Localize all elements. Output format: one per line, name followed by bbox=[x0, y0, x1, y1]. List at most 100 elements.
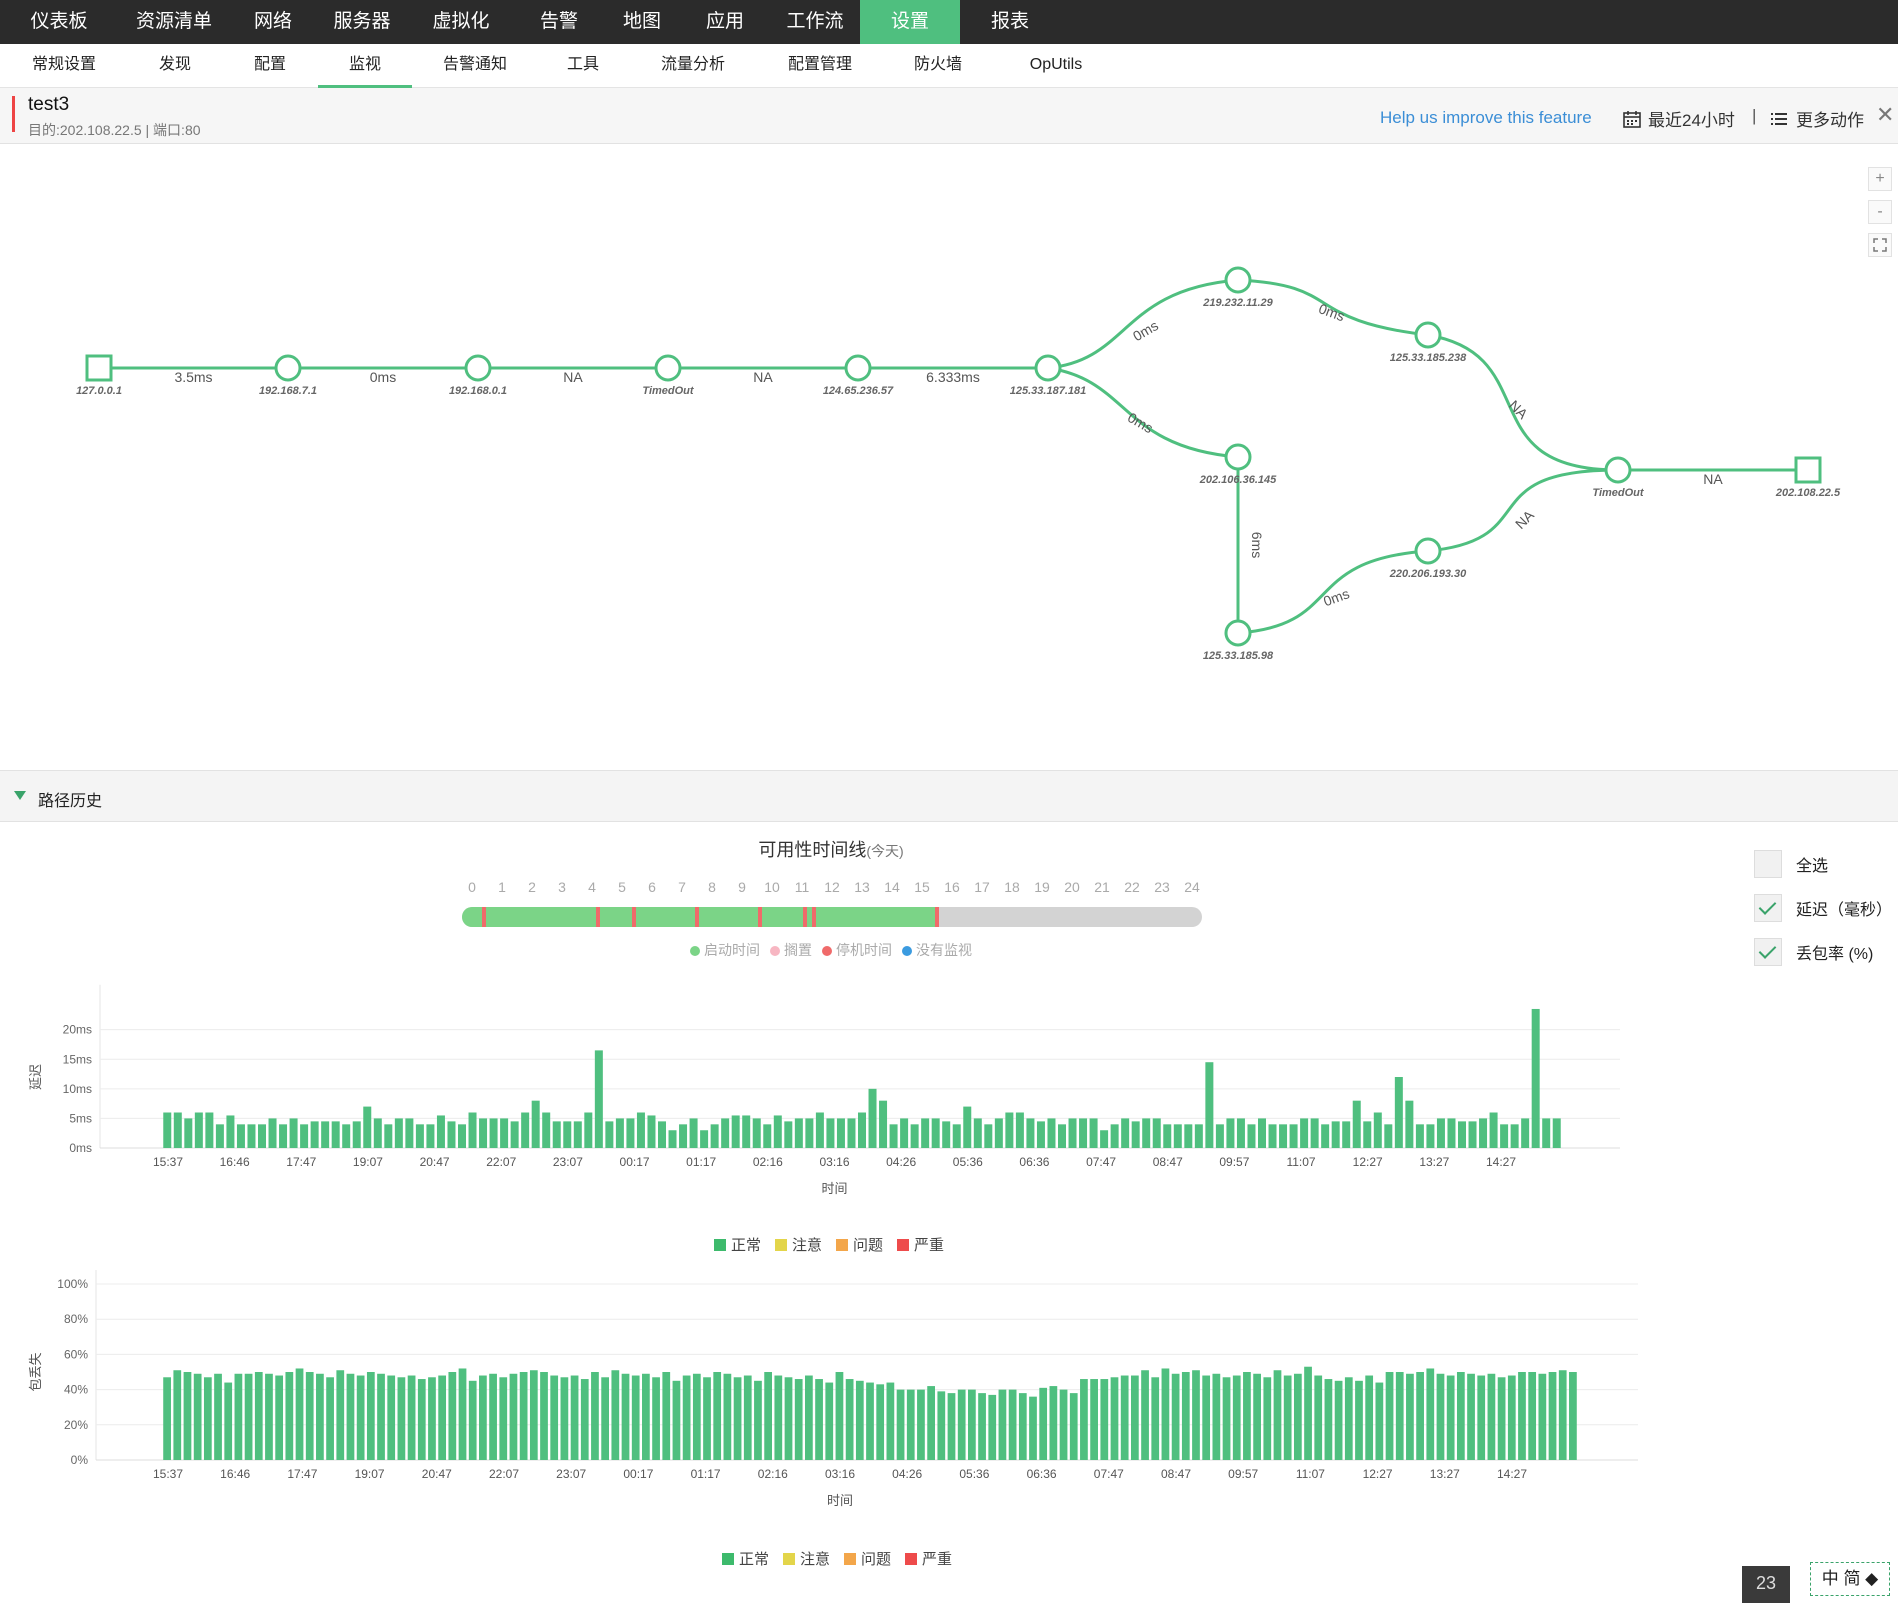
data-bar[interactable] bbox=[1363, 1121, 1372, 1148]
data-bar[interactable] bbox=[570, 1375, 579, 1460]
data-bar[interactable] bbox=[1355, 1380, 1363, 1460]
data-bar[interactable] bbox=[1518, 1372, 1526, 1460]
data-bar[interactable] bbox=[942, 1121, 951, 1148]
data-bar[interactable] bbox=[1342, 1121, 1351, 1148]
data-bar[interactable] bbox=[847, 1118, 856, 1148]
data-bar[interactable] bbox=[407, 1375, 416, 1460]
data-bar[interactable] bbox=[1268, 1124, 1277, 1148]
data-bar[interactable] bbox=[963, 1106, 972, 1148]
data-bar[interactable] bbox=[1226, 1118, 1235, 1148]
data-bar[interactable] bbox=[479, 1375, 487, 1460]
series-checkbox[interactable] bbox=[1754, 894, 1782, 922]
data-bar[interactable] bbox=[1258, 1118, 1266, 1148]
data-bar[interactable] bbox=[173, 1370, 182, 1460]
availability-legend-item[interactable]: 启动时间 bbox=[690, 940, 760, 960]
data-bar[interactable] bbox=[647, 1115, 656, 1148]
top-nav-item[interactable]: 报表 bbox=[960, 0, 1060, 44]
data-bar[interactable] bbox=[163, 1112, 172, 1149]
data-bar[interactable] bbox=[764, 1372, 773, 1460]
data-bar[interactable] bbox=[397, 1377, 406, 1460]
data-bar[interactable] bbox=[815, 1112, 824, 1149]
data-bar[interactable] bbox=[1321, 1124, 1330, 1148]
data-bar[interactable] bbox=[336, 1370, 345, 1460]
data-bar[interactable] bbox=[215, 1124, 224, 1148]
data-bar[interactable] bbox=[447, 1121, 456, 1148]
data-bar[interactable] bbox=[405, 1118, 414, 1148]
top-nav-item[interactable]: 工作流 bbox=[770, 0, 860, 44]
data-bar[interactable] bbox=[658, 1121, 666, 1148]
sub-nav-item[interactable]: 告警通知 bbox=[412, 44, 538, 88]
data-bar[interactable] bbox=[952, 1124, 961, 1148]
data-bar[interactable] bbox=[1192, 1370, 1200, 1460]
data-bar[interactable] bbox=[1558, 1370, 1567, 1460]
data-bar[interactable] bbox=[417, 1379, 426, 1460]
data-bar[interactable] bbox=[731, 1115, 740, 1148]
data-bar[interactable] bbox=[436, 1115, 445, 1148]
data-bar[interactable] bbox=[1029, 1396, 1037, 1460]
data-bar[interactable] bbox=[889, 1124, 898, 1148]
hop-node[interactable] bbox=[1034, 354, 1062, 382]
data-bar[interactable] bbox=[1538, 1373, 1547, 1460]
data-bar[interactable] bbox=[605, 1121, 614, 1148]
data-bar[interactable] bbox=[733, 1377, 742, 1460]
series-checkbox[interactable] bbox=[1754, 850, 1782, 878]
top-nav-item[interactable]: 资源清单 bbox=[118, 0, 230, 44]
data-bar[interactable] bbox=[500, 1118, 509, 1148]
data-bar[interactable] bbox=[1263, 1377, 1272, 1460]
data-bar[interactable] bbox=[1080, 1379, 1088, 1460]
data-bar[interactable] bbox=[1324, 1379, 1333, 1460]
data-bar[interactable] bbox=[489, 1118, 498, 1148]
data-bar[interactable] bbox=[1456, 1372, 1465, 1460]
status-legend-item[interactable]: 注意 bbox=[783, 1548, 830, 1569]
top-nav-item[interactable]: 仪表板 bbox=[0, 0, 118, 44]
data-bar[interactable] bbox=[560, 1377, 569, 1460]
data-bar[interactable] bbox=[621, 1373, 630, 1460]
data-bar[interactable] bbox=[1120, 1375, 1129, 1460]
data-bar[interactable] bbox=[1447, 1118, 1456, 1148]
sub-nav-item[interactable]: 监视 bbox=[318, 44, 412, 88]
data-bar[interactable] bbox=[295, 1368, 304, 1460]
sub-nav-item[interactable]: 常规设置 bbox=[0, 44, 128, 88]
data-bar[interactable] bbox=[321, 1121, 330, 1148]
data-bar[interactable] bbox=[1018, 1393, 1027, 1460]
hop-node[interactable] bbox=[1604, 456, 1632, 484]
data-bar[interactable] bbox=[1039, 1387, 1048, 1460]
data-bar[interactable] bbox=[519, 1372, 528, 1460]
data-bar[interactable] bbox=[713, 1372, 722, 1460]
data-bar[interactable] bbox=[489, 1373, 497, 1460]
data-bar[interactable] bbox=[184, 1118, 193, 1148]
data-bar[interactable] bbox=[214, 1373, 222, 1460]
data-bar[interactable] bbox=[752, 1118, 761, 1148]
data-bar[interactable] bbox=[1273, 1370, 1282, 1460]
data-bar[interactable] bbox=[937, 1391, 946, 1460]
more-actions-button[interactable]: 更多动作 bbox=[1770, 106, 1864, 131]
data-bar[interactable] bbox=[1059, 1389, 1068, 1460]
data-bar[interactable] bbox=[1232, 1375, 1241, 1460]
data-bar[interactable] bbox=[384, 1124, 393, 1148]
data-bar[interactable] bbox=[866, 1382, 874, 1460]
hop-node[interactable] bbox=[1414, 537, 1442, 565]
sub-nav-item[interactable]: 防火墙 bbox=[882, 44, 994, 88]
data-bar[interactable] bbox=[1395, 1372, 1404, 1460]
availability-legend-item[interactable]: 停机时间 bbox=[822, 940, 892, 960]
alarm-count-badge[interactable]: 23 bbox=[1742, 1566, 1790, 1603]
hop-node[interactable] bbox=[1224, 619, 1252, 647]
data-bar[interactable] bbox=[1458, 1121, 1466, 1148]
data-bar[interactable] bbox=[428, 1377, 436, 1460]
data-bar[interactable] bbox=[1015, 1112, 1024, 1149]
hop-node[interactable] bbox=[1224, 443, 1252, 471]
data-bar[interactable] bbox=[1110, 1377, 1119, 1460]
data-bar[interactable] bbox=[906, 1389, 915, 1460]
data-bar[interactable] bbox=[1548, 1372, 1557, 1460]
path-history-header[interactable]: 路径历史 bbox=[0, 770, 1898, 822]
data-bar[interactable] bbox=[394, 1118, 403, 1148]
data-bar[interactable] bbox=[1304, 1366, 1312, 1460]
data-bar[interactable] bbox=[984, 1124, 993, 1148]
data-bar[interactable] bbox=[479, 1118, 488, 1148]
data-bar[interactable] bbox=[279, 1124, 288, 1148]
data-bar[interactable] bbox=[540, 1372, 548, 1460]
data-bar[interactable] bbox=[300, 1124, 309, 1148]
data-bar[interactable] bbox=[825, 1382, 834, 1460]
data-bar[interactable] bbox=[679, 1124, 688, 1148]
data-bar[interactable] bbox=[1236, 1118, 1245, 1148]
